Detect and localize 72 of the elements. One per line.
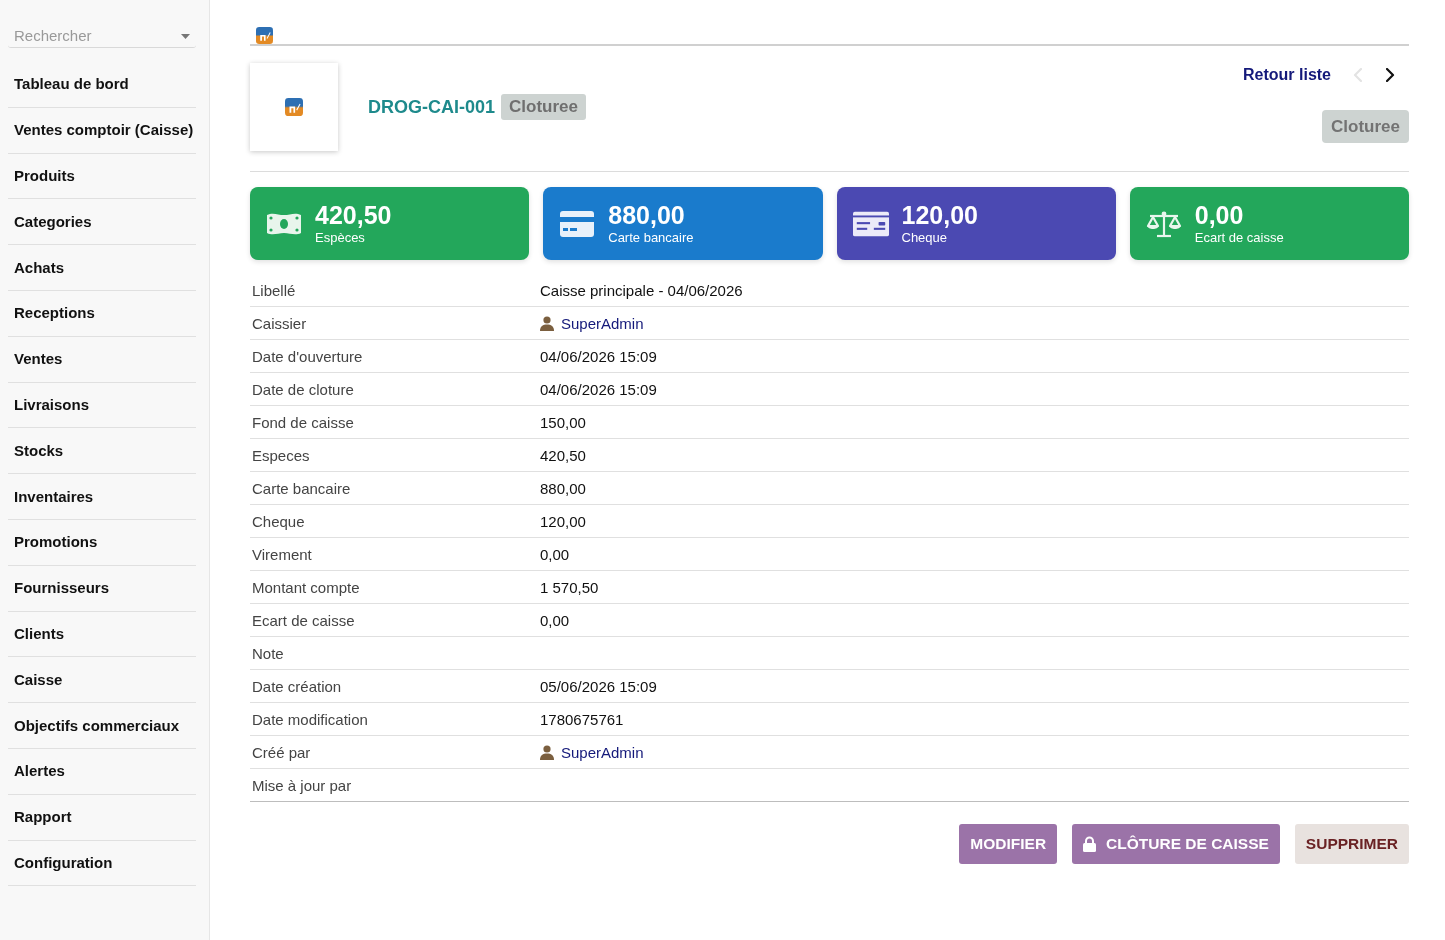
field-value: 0,00 [540, 611, 570, 629]
stat-label: Cheque [901, 230, 949, 246]
user-icon [540, 315, 554, 331]
field-value: Caisse principale - 04/06/2026 [540, 281, 743, 299]
field-value: 05/06/2026 15:09 [540, 677, 657, 695]
field-label: Fond de caisse [251, 413, 355, 431]
field-value: 120,00 [540, 512, 586, 530]
field-value: 420,50 [540, 446, 586, 464]
stat-label: Espèces [315, 230, 366, 246]
sidebar-item[interactable]: Ventes comptoir (Caisse) [8, 120, 200, 141]
sidebar-item[interactable]: Inventaires [8, 486, 100, 507]
sidebar-item[interactable]: Configuration [8, 852, 119, 873]
app-logo-icon [285, 98, 303, 116]
status-badge: Cloturee [501, 94, 586, 120]
field-label: Virement [251, 545, 313, 563]
field-label: Especes [251, 446, 311, 464]
cheque-icon [852, 210, 889, 237]
sidebar-item[interactable]: Livraisons [8, 394, 96, 415]
lock-icon [1083, 836, 1097, 852]
action-button[interactable]: SUPPRIMER [1294, 824, 1409, 864]
field-label: Mise à jour par [251, 776, 353, 794]
action-button[interactable]: CLÔTURE DE CAISSE [1072, 824, 1280, 864]
sidebar-item[interactable]: Produits [8, 166, 81, 186]
field-label: Date création [251, 677, 343, 695]
field-label: Date d'ouverture [251, 347, 364, 365]
stat-label: Ecart de caisse [1194, 230, 1284, 246]
field-label: Ecart de caisse [251, 611, 356, 629]
stat-value: 880,00 [608, 201, 686, 229]
sidebar-item[interactable]: Alertes [8, 761, 71, 782]
field-value: 150,00 [540, 413, 586, 431]
field-label: Libellé [251, 281, 297, 299]
field-label: Carte bancaire [251, 479, 352, 497]
chevron-right-icon[interactable] [1386, 68, 1395, 82]
app-logo-icon [256, 27, 273, 44]
user-link[interactable]: SuperAdmin [561, 743, 644, 761]
field-label: Créé par [251, 743, 312, 761]
field-value: 04/06/2026 15:09 [540, 380, 657, 398]
sidebar-item[interactable]: Receptions [8, 303, 101, 324]
field-value: 0,00 [540, 545, 570, 563]
sidebar-item[interactable]: Ventes [8, 349, 69, 370]
stat-value: 0,00 [1194, 201, 1245, 229]
field-value: 04/06/2026 15:09 [540, 347, 657, 365]
sidebar-item[interactable]: Fournisseurs [8, 578, 116, 599]
field-label: Caissier [251, 314, 308, 332]
sidebar-item[interactable]: Promotions [8, 532, 104, 553]
back-to-list-link[interactable]: Retour liste [1243, 66, 1331, 84]
record-reference: DROG-CAI-001 [368, 96, 496, 118]
action-button[interactable]: MODIFIER [959, 824, 1058, 864]
stat-label: Carte bancaire [608, 230, 694, 246]
sidebar-item[interactable]: Caisse [8, 669, 69, 690]
field-value: 880,00 [540, 479, 586, 497]
sidebar-item[interactable]: Stocks [8, 440, 70, 461]
field-label: Montant compte [251, 578, 361, 596]
user-link[interactable]: SuperAdmin [561, 314, 644, 332]
sidebar-item[interactable]: Objectifs commerciaux [8, 715, 186, 736]
dropdown-caret-icon[interactable] [181, 34, 190, 39]
stat-value: 420,50 [315, 201, 392, 229]
field-label: Cheque [251, 512, 306, 530]
sidebar-item[interactable]: Categories [8, 211, 98, 232]
user-icon [540, 744, 554, 760]
field-value: 1 570,50 [540, 578, 599, 596]
sidebar-item[interactable]: Clients [8, 623, 70, 644]
field-label: Date modification [251, 710, 369, 728]
sidebar-item[interactable]: Achats [8, 257, 71, 278]
field-value: 1780675761 [540, 710, 624, 728]
sidebar-item[interactable]: Rapport [8, 807, 78, 828]
sidebar-item[interactable]: Tableau de bord [8, 74, 135, 95]
credit-card-icon [560, 210, 595, 237]
field-label: Date de cloture [251, 380, 355, 398]
search-field[interactable]: Rechercher [8, 24, 196, 48]
stat-value: 120,00 [901, 201, 978, 229]
balance-scale-icon [1145, 209, 1182, 238]
